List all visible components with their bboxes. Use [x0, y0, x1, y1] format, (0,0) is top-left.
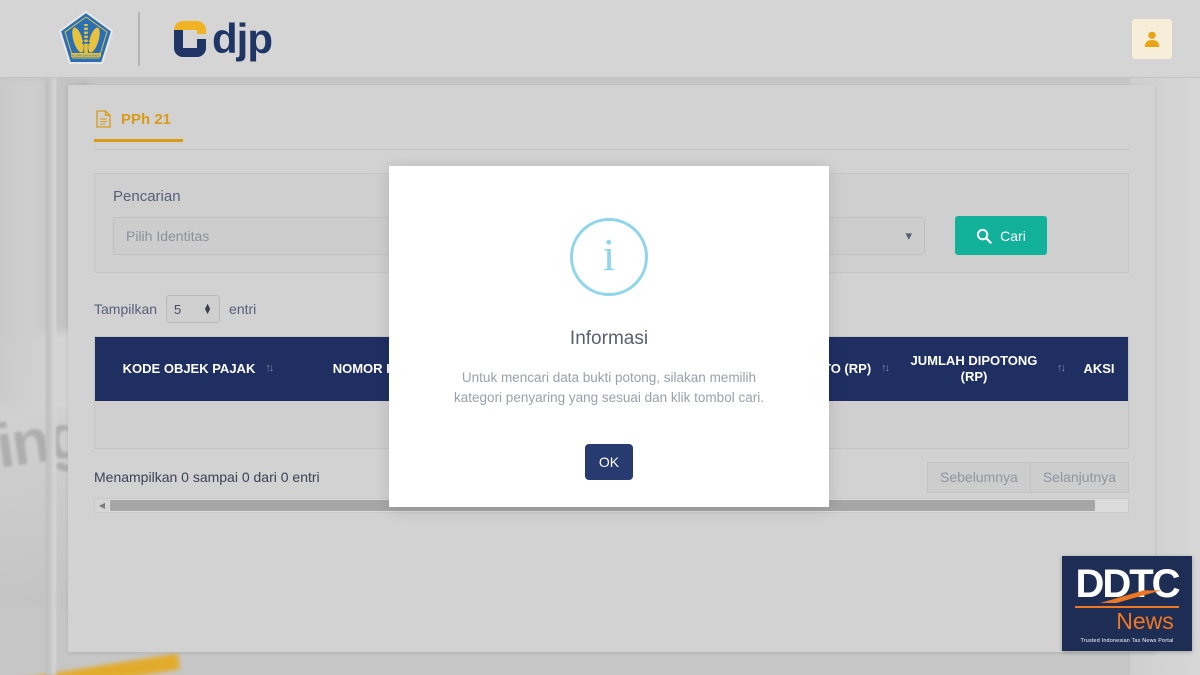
- document-icon: [96, 110, 111, 128]
- table-info-text: Menampilkan 0 sampai 0 dari 0 entri: [94, 469, 320, 485]
- chevron-down-icon: ▾: [905, 227, 912, 243]
- header-divider: [138, 11, 140, 66]
- user-avatar-icon: [1144, 31, 1160, 47]
- djp-wordmark: djp: [166, 14, 273, 62]
- table-header-label: AKSI: [1083, 360, 1115, 376]
- sort-updown-icon: ↑↓: [881, 362, 890, 375]
- tab-bar: PPh 21: [94, 110, 1129, 150]
- table-header-label: JUMLAH DIPOTONG (RP): [910, 352, 1038, 384]
- modal-message: Untuk mencari data bukti potong, silakan…: [454, 370, 764, 405]
- entries-prefix-label: Tampilkan: [94, 301, 158, 317]
- entries-per-page-select[interactable]: 5 ▲ ▼: [166, 295, 221, 323]
- watermark-tagline: Trusted Indonesian Tax News Portal: [1080, 637, 1174, 644]
- app-header: NAGARA DANA RAKCA djp: [0, 0, 1200, 78]
- table-header-kode-objek-pajak[interactable]: KODE OBJEK PAJAK ↑↓: [95, 337, 300, 401]
- user-avatar-button[interactable]: [1132, 19, 1172, 59]
- djp-mark-icon: [174, 20, 206, 57]
- pagination-previous-button[interactable]: Sebelumnya: [927, 461, 1031, 493]
- search-button[interactable]: Cari: [955, 216, 1047, 255]
- watermark-sub: News: [1116, 608, 1174, 635]
- modal-ok-button[interactable]: OK: [585, 444, 633, 481]
- tab-label: PPh 21: [121, 110, 172, 128]
- background-edge: [46, 78, 56, 675]
- brand-logo-group: NAGARA DANA RAKCA djp: [58, 10, 273, 68]
- information-modal: i Informasi Untuk mencari data bukti pot…: [389, 166, 829, 507]
- tab-pph-21[interactable]: PPh 21: [94, 110, 184, 142]
- table-header-label: KODE OBJEK PAJAK: [122, 360, 256, 376]
- sort-updown-icon: ↑↓: [265, 362, 274, 375]
- entries-value: 5: [174, 301, 182, 317]
- modal-title: Informasi: [569, 328, 649, 349]
- djp-seal-icon: NAGARA DANA RAKCA: [58, 10, 114, 68]
- table-header-jumlah-dipotong[interactable]: JUMLAH DIPOTONG (RP) ↑↓: [895, 337, 1070, 401]
- table-header-aksi: AKSI: [1070, 337, 1128, 401]
- brand-text: djp: [212, 14, 273, 62]
- pagination-next-button[interactable]: Selanjutnya: [1030, 461, 1129, 493]
- svg-text:NAGARA DANA RAKCA: NAGARA DANA RAKCA: [69, 53, 104, 57]
- search-button-label: Cari: [1000, 227, 1026, 244]
- stepper-icon: ▲ ▼: [203, 301, 213, 316]
- caret-left-icon[interactable]: ◀: [95, 499, 109, 512]
- watermark-brand-row: DDTC: [1073, 563, 1181, 605]
- ddtc-news-watermark: DDTC News Trusted Indonesian Tax News Po…: [1062, 556, 1192, 651]
- info-circle-icon: i: [570, 218, 648, 296]
- identity-select[interactable]: Pilih Identitas: [113, 216, 395, 255]
- info-glyph: i: [602, 229, 616, 280]
- entries-suffix-label: entri: [229, 301, 257, 317]
- background-stripe: [0, 653, 181, 675]
- pagination: Sebelumnya Selanjutnya: [927, 461, 1129, 493]
- search-icon: [977, 228, 992, 244]
- sort-updown-icon: ↑↓: [1057, 362, 1066, 375]
- identity-select-value: Pilih Identitas: [126, 227, 210, 244]
